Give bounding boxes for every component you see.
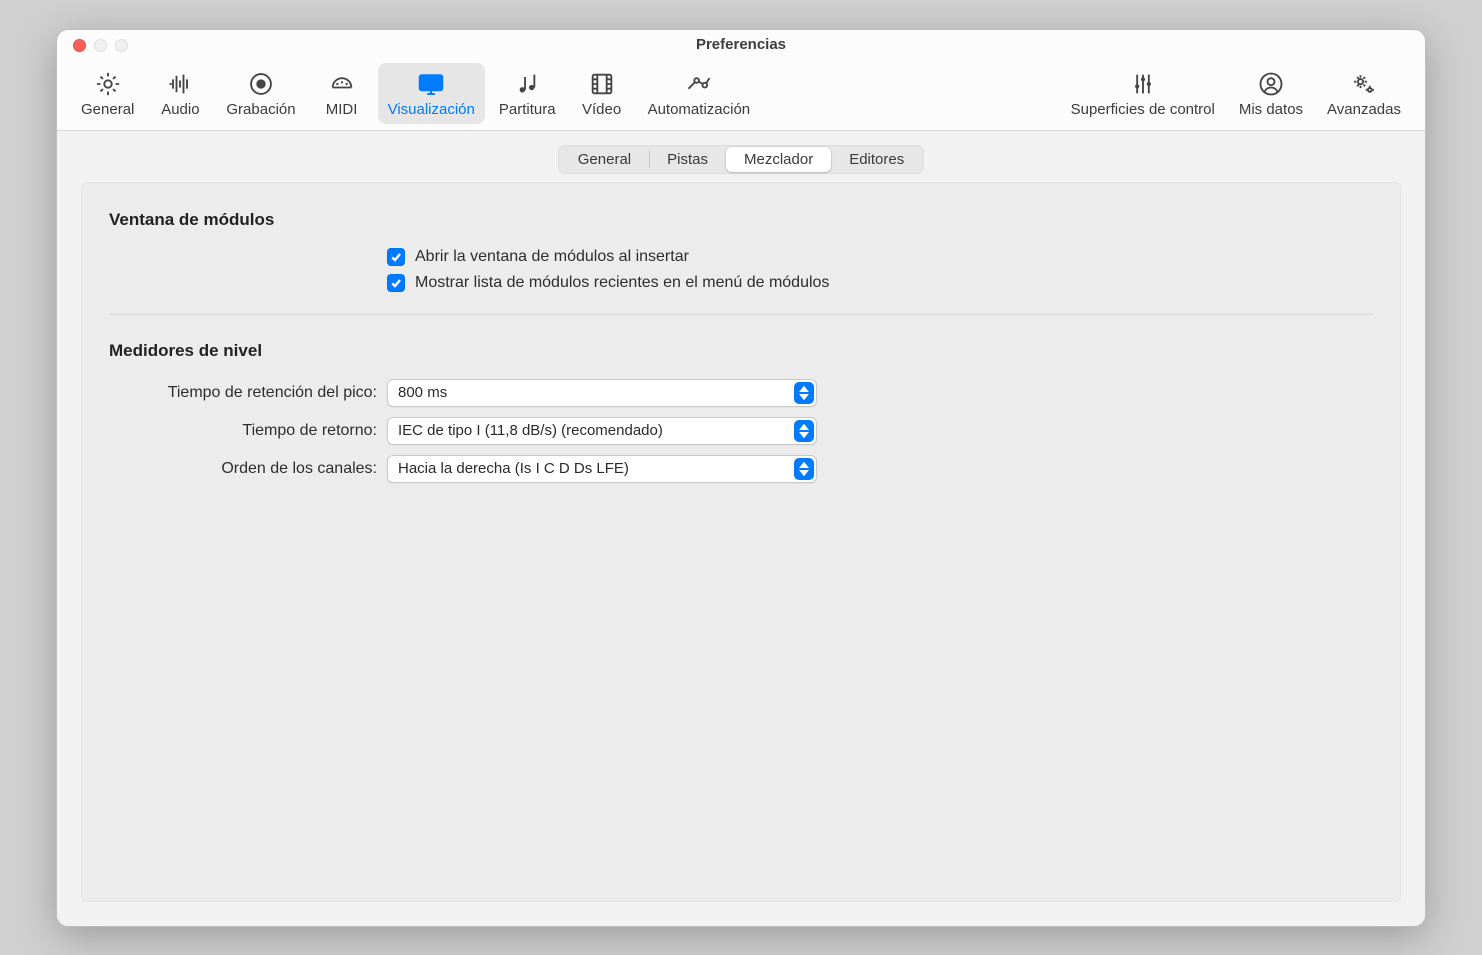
toolbar-label: Superficies de control — [1071, 101, 1215, 118]
toolbar-item-automation[interactable]: Automatización — [638, 63, 761, 124]
toolbar-item-recording[interactable]: Grabación — [216, 63, 305, 124]
person-circle-icon — [1257, 69, 1285, 99]
toolbar-label: Visualización — [388, 101, 475, 118]
toolbar-label: Grabación — [226, 101, 295, 118]
label-peak-hold-time: Tiempo de retención del pico: — [109, 384, 387, 402]
toolbar-label: Mis datos — [1239, 101, 1303, 118]
preferences-window: Preferencias General Audio Grabación MID… — [56, 29, 1426, 927]
minimize-window-button[interactable] — [94, 39, 107, 52]
toolbar-label: Avanzadas — [1327, 101, 1401, 118]
toolbar-item-video[interactable]: Vídeo — [570, 63, 634, 124]
waveform-icon — [166, 69, 194, 99]
midi-icon — [328, 69, 356, 99]
film-icon — [588, 69, 616, 99]
toolbar-label: General — [81, 101, 134, 118]
titlebar: Preferencias — [57, 30, 1425, 59]
toolbar-item-midi[interactable]: MIDI — [310, 63, 374, 124]
toolbar-item-score[interactable]: Partitura — [489, 63, 566, 124]
checkbox-show-recent-plugins[interactable]: Mostrar lista de módulos recientes en el… — [387, 274, 1373, 292]
traffic-lights — [73, 39, 128, 52]
row-channel-order: Orden de los canales: Hacia la derecha (… — [109, 455, 1373, 483]
display-icon — [416, 69, 446, 99]
toolbar-label: Partitura — [499, 101, 556, 118]
music-notes-icon — [513, 69, 541, 99]
sub-tabs: General Pistas Mezclador Editores — [558, 145, 924, 174]
tab-editors[interactable]: Editores — [831, 147, 922, 172]
toolbar-label: Automatización — [648, 101, 751, 118]
checkbox-open-plugin-window-on-insert[interactable]: Abrir la ventana de módulos al insertar — [387, 248, 1373, 266]
toolbar-label: Vídeo — [582, 101, 621, 118]
tab-tracks[interactable]: Pistas — [649, 147, 726, 172]
select-value: Hacia la derecha (Is I C D Ds LFE) — [398, 460, 629, 477]
automation-icon — [684, 69, 714, 99]
toolbar-item-advanced[interactable]: Avanzadas — [1317, 63, 1411, 124]
select-channel-order[interactable]: Hacia la derecha (Is I C D Ds LFE) — [387, 455, 817, 483]
select-arrows-icon — [794, 382, 814, 404]
toolbar-item-my-info[interactable]: Mis datos — [1229, 63, 1313, 124]
content-area: General Pistas Mezclador Editores Ventan… — [57, 131, 1425, 926]
row-peak-hold-time: Tiempo de retención del pico: 800 ms — [109, 379, 1373, 407]
tab-general[interactable]: General — [560, 147, 649, 172]
preferences-panel: Ventana de módulos Abrir la ventana de m… — [81, 182, 1401, 902]
gear-icon — [94, 69, 122, 99]
label-channel-order: Orden de los canales: — [109, 460, 387, 478]
section-divider — [109, 314, 1373, 315]
checkbox-icon — [387, 248, 405, 266]
toolbar: General Audio Grabación MIDI Visualizaci… — [57, 59, 1425, 131]
select-arrows-icon — [794, 420, 814, 442]
toolbar-item-display[interactable]: Visualización — [378, 63, 485, 124]
record-icon — [247, 69, 275, 99]
section-plugin-window-heading: Ventana de módulos — [109, 210, 1373, 230]
toolbar-item-audio[interactable]: Audio — [148, 63, 212, 124]
select-return-time[interactable]: IEC de tipo I (11,8 dB/s) (recomendado) — [387, 417, 817, 445]
select-peak-hold-time[interactable]: 800 ms — [387, 379, 817, 407]
gears-icon — [1349, 69, 1379, 99]
window-title: Preferencias — [696, 36, 786, 53]
checkbox-label: Abrir la ventana de módulos al insertar — [415, 248, 689, 266]
close-window-button[interactable] — [73, 39, 86, 52]
toolbar-item-general[interactable]: General — [71, 63, 144, 124]
row-return-time: Tiempo de retorno: IEC de tipo I (11,8 d… — [109, 417, 1373, 445]
checkbox-icon — [387, 274, 405, 292]
select-arrows-icon — [794, 458, 814, 480]
section-level-meters-heading: Medidores de nivel — [109, 341, 1373, 361]
toolbar-label: MIDI — [326, 101, 358, 118]
zoom-window-button[interactable] — [115, 39, 128, 52]
tab-mixer[interactable]: Mezclador — [726, 147, 831, 172]
label-return-time: Tiempo de retorno: — [109, 422, 387, 440]
toolbar-item-control-surfaces[interactable]: Superficies de control — [1061, 63, 1225, 124]
select-value: IEC de tipo I (11,8 dB/s) (recomendado) — [398, 422, 663, 439]
select-value: 800 ms — [398, 384, 447, 401]
checkbox-label: Mostrar lista de módulos recientes en el… — [415, 274, 829, 292]
sliders-icon — [1129, 69, 1157, 99]
toolbar-label: Audio — [161, 101, 199, 118]
